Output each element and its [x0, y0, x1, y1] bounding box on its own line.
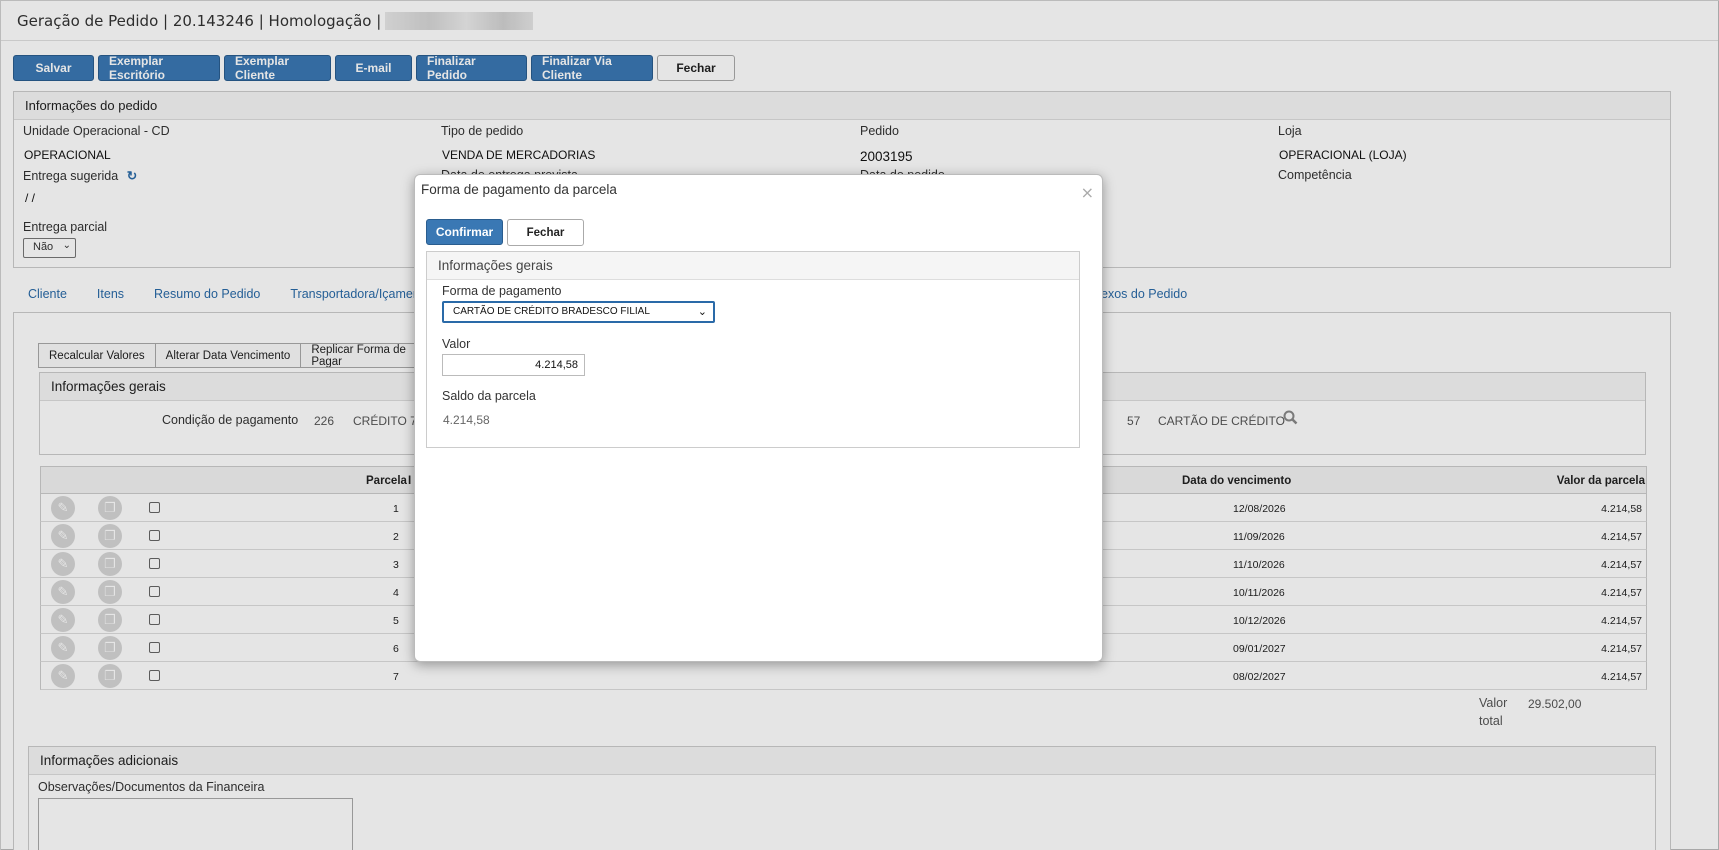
modal-general-panel: Informações gerais [426, 251, 1080, 448]
payment-method-select[interactable]: CARTÃO DE CRÉDITO BRADESCO FILIAL ⌄ [442, 301, 715, 323]
payment-method-label: Forma de pagamento [442, 284, 562, 298]
balance-value: 4.214,58 [443, 413, 490, 427]
close-icon[interactable]: × [1081, 183, 1094, 202]
modal-close-button[interactable]: Fechar [507, 219, 584, 246]
chevron-down-icon: ⌄ [697, 306, 707, 318]
page-frame: Geração de Pedido | 20.143246 | Homologa… [0, 0, 1719, 850]
confirm-button[interactable]: Confirmar [426, 219, 503, 245]
balance-label: Saldo da parcela [442, 389, 536, 403]
modal-title: Forma de pagamento da parcela [421, 182, 617, 197]
value-input[interactable]: 4.214,58 [442, 354, 585, 376]
payment-method-modal: Forma de pagamento da parcela × Confirma… [414, 174, 1103, 662]
value-label: Valor [442, 337, 471, 351]
modal-section-header: Informações gerais [427, 252, 1079, 280]
